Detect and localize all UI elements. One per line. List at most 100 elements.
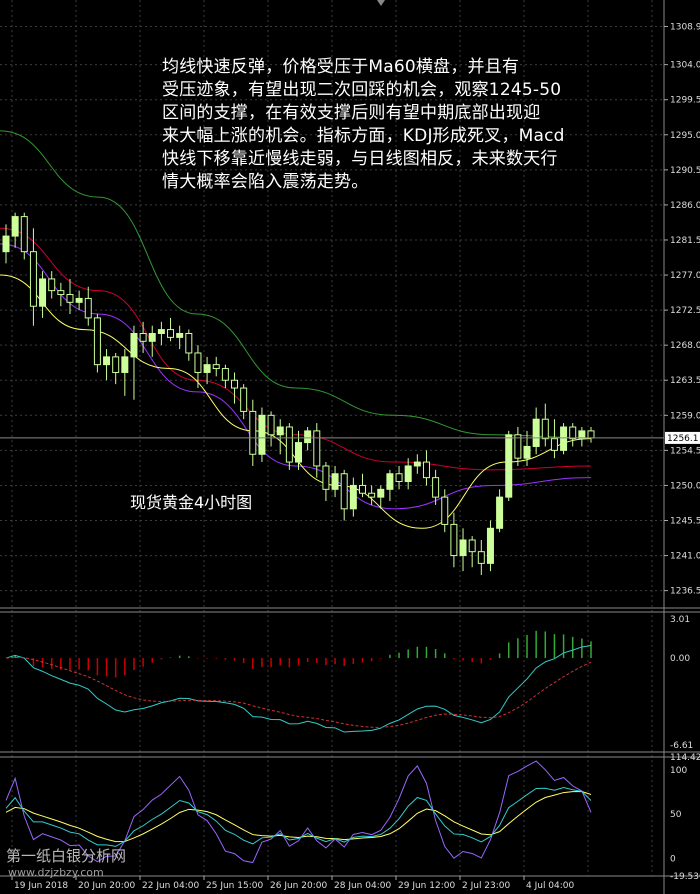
candle-body	[349, 484, 357, 510]
candle-body	[358, 484, 366, 494]
price-tick-label: 1304.0	[670, 61, 700, 71]
candle-body	[386, 473, 394, 490]
annotation-line: 区间的支撑，在有效支撑后则有望中期底部出现迎	[162, 103, 541, 123]
time-tick-label: 29 Jun 12:00	[398, 881, 455, 891]
candle-body	[29, 251, 37, 307]
annotation-line: 情大概率会陷入震荡走势。	[162, 172, 369, 192]
price-tick-label: 1263.5	[670, 376, 700, 386]
candle-body	[139, 332, 147, 342]
price-tick-label: 1277.0	[670, 271, 700, 281]
candle-body	[505, 434, 513, 498]
annotation-line: 受压迹象，有望出现二次回踩的机会，观察1245-50	[162, 80, 562, 100]
candle-body	[93, 317, 101, 366]
candle-body	[121, 356, 129, 373]
price-tick-label: 1272.5	[670, 306, 700, 316]
scroll-marker-icon	[377, 0, 385, 6]
macd-tick-label: 0.00	[670, 654, 690, 664]
price-tick-label: 1295.0	[670, 131, 700, 141]
candle-body	[148, 332, 156, 342]
candle-body	[84, 297, 92, 319]
annotation-line: 快线下移靠近慢线走弱，与日线图相反，未来数天行	[162, 149, 558, 169]
kdj-tick-label: -19.536	[670, 872, 700, 882]
candle-body	[496, 496, 504, 529]
candle-body	[295, 442, 302, 463]
candle-body	[276, 426, 284, 436]
analysis-annotation: 均线快速反弹，价格受压于Ma60横盘，并且有 受压迹象，有望出现二次回踩的机会，…	[162, 56, 652, 194]
macd-panel: 3.01 0.00 -6.61	[5, 615, 693, 751]
candle-body	[212, 364, 220, 370]
candle-body	[322, 465, 330, 490]
candle-body	[240, 387, 248, 412]
time-tick-label: 2 Jul 23:00	[462, 881, 511, 891]
price-tick-label: 1286.0	[670, 201, 700, 211]
candle-body	[304, 430, 312, 444]
candle-body	[486, 527, 494, 564]
watermark-url: www.dzjzbzy.com	[8, 866, 104, 879]
candle-body	[249, 410, 257, 455]
candle-body	[39, 278, 47, 307]
annotation-line: 均线快速反弹，价格受压于Ma60横盘，并且有	[162, 57, 520, 77]
candle-body	[422, 461, 430, 479]
candle-body	[157, 329, 165, 334]
candle-body	[11, 216, 19, 237]
time-tick-label: 22 Jun 04:00	[142, 881, 199, 891]
candle-body	[2, 235, 10, 253]
kdj-tick-label: 50	[670, 810, 682, 820]
candle-body	[532, 418, 540, 447]
time-tick-label: 4 Jul 04:00	[526, 881, 575, 891]
candle-body	[103, 356, 111, 366]
time-tick-label: 20 Jun 20:00	[78, 881, 135, 891]
candle-body	[130, 332, 138, 358]
candle-body	[57, 290, 65, 296]
candle-body	[368, 492, 376, 498]
candle-body	[194, 352, 202, 373]
price-tick-label: 1290.5	[670, 166, 700, 176]
price-tick-label: 1254.5	[670, 446, 700, 456]
candle-body	[75, 297, 83, 303]
candle-body	[185, 332, 193, 354]
chart-title: 现货黄金4小时图	[130, 493, 253, 512]
time-tick-label: 19 Jun 2018	[14, 881, 68, 891]
candle-body	[450, 523, 458, 557]
time-tick-label: 26 Jun 20:00	[270, 881, 327, 891]
candle-body	[459, 539, 467, 557]
candle-body	[285, 426, 293, 463]
candle-body	[377, 488, 385, 498]
price-tick-label: 1241.0	[670, 552, 700, 562]
candle-body	[66, 294, 74, 303]
candle-body	[231, 379, 239, 389]
candle-body	[550, 438, 558, 451]
time-tick-label: 25 Jun 15:00	[206, 881, 263, 891]
candle-body	[432, 477, 440, 498]
candle-body	[413, 461, 421, 467]
candle-body	[441, 496, 449, 525]
candle-body	[331, 473, 339, 490]
price-tick-label: 1281.5	[670, 236, 700, 246]
price-tick-label: 1268.0	[670, 341, 700, 351]
macd-tick-label: 3.01	[670, 615, 690, 625]
candle-body	[258, 414, 266, 455]
price-tick-label: 1308.9	[670, 22, 700, 32]
candle-body	[340, 473, 348, 510]
candle-body	[560, 426, 568, 451]
candle-body	[112, 356, 120, 373]
price-tick-label: 1236.5	[670, 587, 700, 597]
price-tick-label: 1250.0	[670, 481, 700, 491]
candle-body	[203, 364, 211, 373]
kdj-tick-label: 0	[670, 855, 676, 865]
price-tick-label: 1259.0	[670, 411, 700, 421]
candle-body	[404, 465, 412, 483]
candle-body	[569, 426, 577, 440]
candle-body	[167, 329, 175, 338]
candle-body	[587, 430, 595, 439]
candle-body	[477, 551, 485, 564]
candle-body	[176, 332, 184, 338]
current-price-label: 1256.1	[667, 434, 699, 444]
candle-body	[523, 445, 531, 459]
candle-body	[221, 368, 229, 381]
macd-tick-label: -6.61	[670, 741, 693, 751]
candle-body	[313, 430, 321, 467]
watermark-logo: 第一纸白银分析网	[6, 847, 127, 865]
candle-body	[468, 539, 476, 553]
kdj-tick-label: 114.425	[670, 753, 700, 763]
